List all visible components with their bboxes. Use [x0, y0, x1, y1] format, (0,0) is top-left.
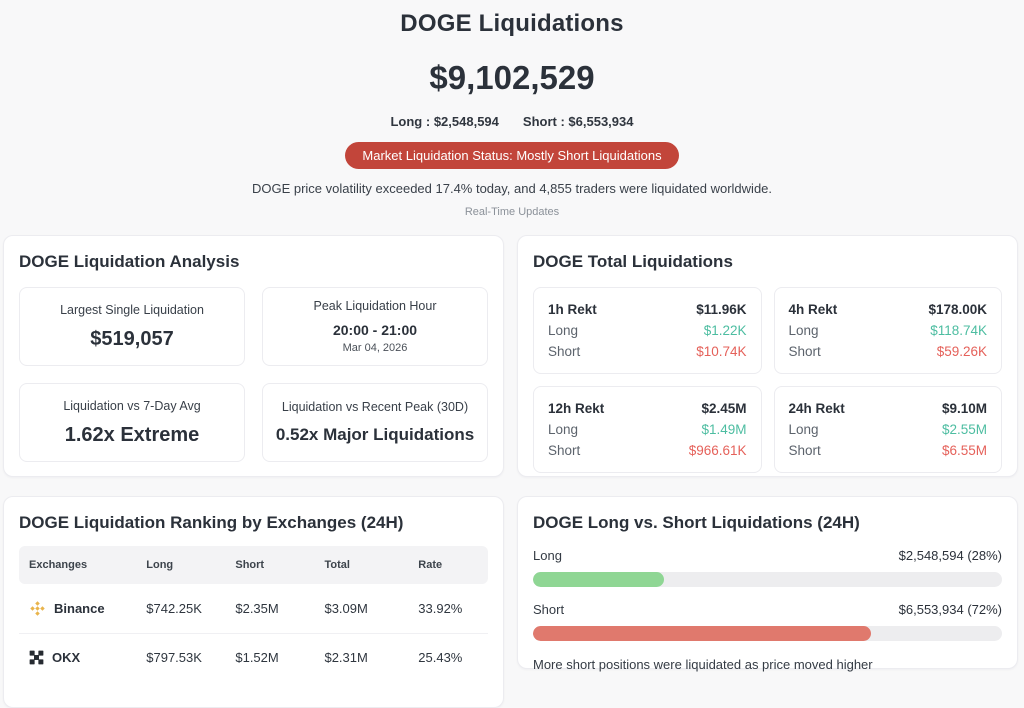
col-total: Total: [314, 546, 408, 584]
short-total-label: Short :: [523, 114, 565, 129]
exchange-ranking-card: DOGE Liquidation Ranking by Exchanges (2…: [3, 496, 504, 708]
rekt-long-value: $2.55M: [942, 419, 987, 440]
long-short-summary: Long : $2,548,594 Short : $6,553,934: [0, 114, 1024, 129]
row-long-value: $797.53K: [136, 634, 225, 682]
row-total-value: $2.31M: [314, 634, 408, 682]
long-total-label: Long :: [390, 114, 430, 129]
rekt-card-12h: 12h Rekt $2.45M Long $1.49M Short $966.61K: [533, 386, 762, 473]
binance-icon: [29, 600, 46, 617]
rekt-period: 24h Rekt: [789, 398, 845, 419]
rekt-long-label: Long: [789, 419, 819, 440]
row-rate-value: 25.43%: [408, 634, 488, 682]
rekt-period: 4h Rekt: [789, 299, 838, 320]
short-bar-label: Short: [533, 602, 564, 617]
long-bar-track: [533, 572, 1002, 587]
page-title: DOGE Liquidations: [0, 10, 1024, 38]
rekt-long-value: $1.49M: [701, 419, 746, 440]
realtime-updates-note: Real-Time Updates: [0, 206, 1024, 218]
total-liquidations-value: $9,102,529: [0, 59, 1024, 97]
rekt-card-4h: 4h Rekt $178.00K Long $118.74K Short $59.26…: [774, 287, 1003, 374]
analysis-grid: Largest Single Liquidation $519,057 Peak…: [19, 287, 488, 462]
rekt-period: 12h Rekt: [548, 398, 604, 419]
status-badge: Market Liquidation Status: Mostly Short …: [345, 142, 678, 169]
stat-value: 1.62x Extreme: [65, 424, 200, 447]
short-bar-label-row: Short $6,553,934 (72%): [533, 602, 1002, 617]
short-total: Short : $6,553,934: [523, 114, 634, 129]
stat-value: 20:00 - 21:00: [333, 322, 417, 338]
short-bar-track: [533, 626, 1002, 641]
rekt-total: $9.10M: [942, 398, 987, 419]
row-rate-value: 33.92%: [408, 584, 488, 634]
rekt-short-label: Short: [789, 440, 821, 461]
stat-peak-liquidation-hour: Peak Liquidation Hour 20:00 - 21:00 Mar …: [262, 287, 488, 366]
dashboard-grid: DOGE Liquidation Analysis Largest Single…: [0, 235, 1024, 708]
rekt-short-value: $6.55M: [942, 440, 987, 461]
doge-liquidations-dashboard: DOGE Liquidations $9,102,529 Long : $2,5…: [0, 0, 1024, 708]
exchange-name-cell: Binance: [29, 600, 126, 617]
short-total-value: $6,553,934: [568, 114, 633, 129]
rekt-short-value: $59.26K: [937, 341, 987, 362]
ranking-title: DOGE Liquidation Ranking by Exchanges (2…: [19, 513, 488, 533]
long-total-value: $2,548,594: [434, 114, 499, 129]
rekt-long-value: $1.22K: [704, 320, 747, 341]
row-short-value: $1.52M: [225, 634, 314, 682]
short-bar-value: $6,553,934 (72%): [899, 602, 1002, 617]
stat-label: Peak Liquidation Hour: [314, 299, 437, 313]
rekt-card-1h: 1h Rekt $11.96K Long $1.22K Short $10.74K: [533, 287, 762, 374]
rekt-period: 1h Rekt: [548, 299, 597, 320]
rekt-long-label: Long: [548, 320, 578, 341]
col-long: Long: [136, 546, 225, 584]
rekt-short-value: $10.74K: [696, 341, 746, 362]
rekt-total: $2.45M: [701, 398, 746, 419]
header: DOGE Liquidations $9,102,529 Long : $2,5…: [0, 0, 1024, 218]
long-vs-short-title: DOGE Long vs. Short Liquidations (24H): [533, 513, 1002, 533]
rekt-short-label: Short: [548, 341, 580, 362]
rekt-card-24h: 24h Rekt $9.10M Long $2.55M Short $6.55M: [774, 386, 1003, 473]
stat-date: Mar 04, 2026: [343, 342, 408, 354]
rekt-long-label: Long: [548, 419, 578, 440]
rekt-short-label: Short: [789, 341, 821, 362]
stat-value: 0.52x Major Liquidations: [276, 425, 474, 445]
table-row-binance: Binance $742.25K $2.35M $3.09M 33.92%: [19, 584, 488, 634]
rekt-long-label: Long: [789, 320, 819, 341]
stat-largest-single-liquidation: Largest Single Liquidation $519,057: [19, 287, 245, 366]
col-rate: Rate: [408, 546, 488, 584]
row-total-value: $3.09M: [314, 584, 408, 634]
stat-label: Liquidation vs Recent Peak (30D): [282, 400, 468, 414]
stat-value: $519,057: [90, 328, 173, 351]
liquidation-analysis-card: DOGE Liquidation Analysis Largest Single…: [3, 235, 504, 477]
long-vs-short-note: More short positions were liquidated as …: [533, 657, 1002, 672]
rekt-short-value: $966.61K: [689, 440, 747, 461]
totals-title: DOGE Total Liquidations: [533, 252, 1002, 272]
long-vs-short-card: DOGE Long vs. Short Liquidations (24H) L…: [517, 496, 1018, 669]
table-row-okx: OKX $797.53K $1.52M $2.31M 25.43%: [19, 634, 488, 682]
exchange-ranking-table: Exchanges Long Short Total Rate Binance: [19, 546, 488, 681]
rekt-total: $11.96K: [696, 299, 746, 320]
long-bar-label-row: Long $2,548,594 (28%): [533, 548, 1002, 563]
table-header-row: Exchanges Long Short Total Rate: [19, 546, 488, 584]
total-liquidations-card: DOGE Total Liquidations 1h Rekt $11.96K L…: [517, 235, 1018, 477]
long-bar-value: $2,548,594 (28%): [899, 548, 1002, 563]
analysis-title: DOGE Liquidation Analysis: [19, 252, 488, 272]
rekt-total: $178.00K: [928, 299, 987, 320]
short-bar-fill: [533, 626, 871, 641]
stat-label: Liquidation vs 7-Day Avg: [63, 399, 200, 413]
col-exchanges: Exchanges: [19, 546, 136, 584]
stat-vs-recent-peak: Liquidation vs Recent Peak (30D) 0.52x M…: [262, 383, 488, 462]
col-short: Short: [225, 546, 314, 584]
totals-grid: 1h Rekt $11.96K Long $1.22K Short $10.74K 4…: [533, 287, 1002, 473]
rekt-short-label: Short: [548, 440, 580, 461]
long-total: Long : $2,548,594: [390, 114, 498, 129]
rekt-long-value: $118.74K: [930, 320, 987, 341]
row-short-value: $2.35M: [225, 584, 314, 634]
exchange-name: Binance: [54, 601, 105, 616]
stat-label: Largest Single Liquidation: [60, 303, 204, 317]
volatility-summary: DOGE price volatility exceeded 17.4% tod…: [0, 181, 1024, 196]
long-bar-fill: [533, 572, 664, 587]
long-bar-label: Long: [533, 548, 562, 563]
stat-vs-7day-avg: Liquidation vs 7-Day Avg 1.62x Extreme: [19, 383, 245, 462]
row-long-value: $742.25K: [136, 584, 225, 634]
